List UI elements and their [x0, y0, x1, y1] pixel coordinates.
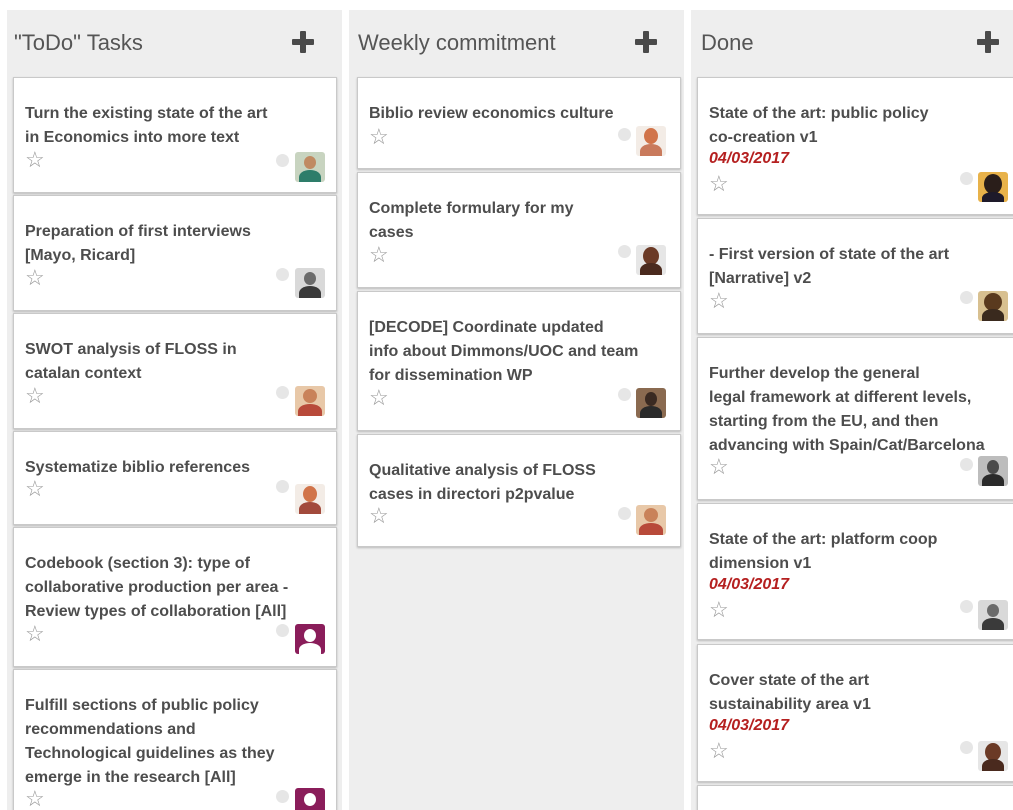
star-outline-icon[interactable]: ☆: [25, 267, 45, 289]
avatar: [636, 388, 666, 418]
status-dot: [618, 128, 631, 141]
due-date: 04/03/2017: [709, 576, 790, 593]
status-dot: [276, 624, 289, 637]
star-outline-icon[interactable]: ☆: [709, 290, 729, 312]
avatar: [636, 505, 666, 535]
star-outline-icon[interactable]: ☆: [709, 740, 729, 762]
task-card[interactable]: Preparation of first interviews [Mayo, R…: [13, 195, 337, 311]
status-dot: [960, 458, 973, 471]
card-title: Cover state of the art sustainability ar…: [709, 672, 871, 713]
avatar: [978, 456, 1008, 486]
star-outline-icon[interactable]: ☆: [369, 387, 389, 409]
column-header: Done: [691, 10, 1013, 70]
card-title: Systematize biblio references: [25, 459, 250, 476]
avatar: [978, 741, 1008, 771]
due-date: 04/03/2017: [709, 717, 790, 734]
card-title: State of the art: platform coop dimensio…: [709, 531, 938, 572]
card-title: Biblio review economics culture: [369, 105, 614, 122]
plus-icon[interactable]: [292, 31, 314, 53]
task-card[interactable]: [DECODE] Coordinate updated info about D…: [357, 291, 681, 431]
status-dot: [276, 790, 289, 803]
status-dot: [618, 388, 631, 401]
star-outline-icon[interactable]: ☆: [25, 478, 45, 500]
task-card[interactable]: State of the art: platform coop dimensio…: [697, 503, 1013, 640]
card-title: Qualitative analysis of FLOSS cases in d…: [369, 462, 596, 503]
task-card[interactable]: Further develop the general legal framew…: [697, 337, 1013, 500]
task-card[interactable]: - First version of state of the art [Nar…: [697, 218, 1013, 334]
column-header: Weekly commitment: [349, 10, 684, 70]
plus-icon[interactable]: [635, 31, 657, 53]
task-card[interactable]: State of the art: public policy co-creat…: [697, 77, 1013, 215]
star-outline-icon[interactable]: ☆: [709, 173, 729, 195]
task-card[interactable]: Fulfill sections of public policy recomm…: [13, 669, 337, 810]
task-card[interactable]: Biblio review economics culture ☆: [357, 77, 681, 169]
avatar: [295, 386, 325, 416]
status-dot: [618, 245, 631, 258]
avatar: [295, 484, 325, 514]
avatar: [978, 291, 1008, 321]
star-outline-icon[interactable]: ☆: [25, 623, 45, 645]
avatar: [295, 152, 325, 182]
task-card[interactable]: SWOT analysis of FLOSS in catalan contex…: [13, 313, 337, 429]
card-title: - First version of state of the art [Nar…: [709, 246, 950, 287]
column-weekly-commitment: Weekly commitment Biblio review economic…: [349, 10, 684, 810]
task-card[interactable]: Turn the existing state of the art in Ec…: [13, 77, 337, 193]
column-done: Done State of the art: public policy co-…: [691, 10, 1013, 810]
status-dot: [960, 600, 973, 613]
status-dot: [276, 386, 289, 399]
card-title: Fulfill sections of public policy recomm…: [25, 697, 275, 786]
task-card[interactable]: Qualitative analysis of FLOSS cases in d…: [357, 434, 681, 547]
star-outline-icon[interactable]: ☆: [25, 149, 45, 171]
star-outline-icon[interactable]: ☆: [369, 126, 389, 148]
card-title: Preparation of first interviews [Mayo, R…: [25, 223, 251, 264]
status-dot: [960, 172, 973, 185]
task-card[interactable]: Codebook (section 3): type of collaborat…: [13, 527, 337, 667]
avatar: [636, 245, 666, 275]
card-title: Turn the existing state of the art in Ec…: [25, 105, 268, 146]
status-dot: [618, 507, 631, 520]
star-outline-icon[interactable]: ☆: [25, 385, 45, 407]
plus-icon[interactable]: [977, 31, 999, 53]
card-title: State of the art: public policy co-creat…: [709, 105, 929, 146]
star-outline-icon[interactable]: ☆: [369, 505, 389, 527]
avatar: [636, 126, 666, 156]
star-outline-icon[interactable]: ☆: [709, 599, 729, 621]
column-title: Done: [701, 30, 754, 55]
status-dot: [276, 154, 289, 167]
avatar: [978, 172, 1008, 202]
task-card[interactable]: Cover state of the art sustainability ar…: [697, 644, 1013, 782]
task-card[interactable]: [697, 785, 1013, 810]
task-card[interactable]: Systematize biblio references ☆: [13, 431, 337, 525]
card-title: SWOT analysis of FLOSS in catalan contex…: [25, 341, 237, 382]
star-outline-icon[interactable]: ☆: [709, 456, 729, 478]
card-title: Complete formulary for my cases: [369, 200, 574, 241]
column-title: "ToDo" Tasks: [14, 30, 143, 55]
star-outline-icon[interactable]: ☆: [369, 244, 389, 266]
status-dot: [960, 291, 973, 304]
avatar: [978, 600, 1008, 630]
star-outline-icon[interactable]: ☆: [25, 788, 45, 810]
card-title: [DECODE] Coordinate updated info about D…: [369, 319, 639, 384]
status-dot: [276, 268, 289, 281]
due-date: 04/03/2017: [709, 150, 790, 167]
avatar: [295, 268, 325, 298]
avatar: [295, 788, 325, 810]
avatar: [295, 624, 325, 654]
task-card[interactable]: Complete formulary for my cases ☆: [357, 172, 681, 288]
status-dot: [276, 480, 289, 493]
column-todo: "ToDo" Tasks Turn the existing state of …: [7, 10, 342, 810]
column-header: "ToDo" Tasks: [7, 10, 342, 70]
card-title: Further develop the general legal framew…: [709, 365, 985, 454]
status-dot: [960, 741, 973, 754]
column-title: Weekly commitment: [358, 30, 556, 55]
card-title: Codebook (section 3): type of collaborat…: [25, 555, 289, 620]
